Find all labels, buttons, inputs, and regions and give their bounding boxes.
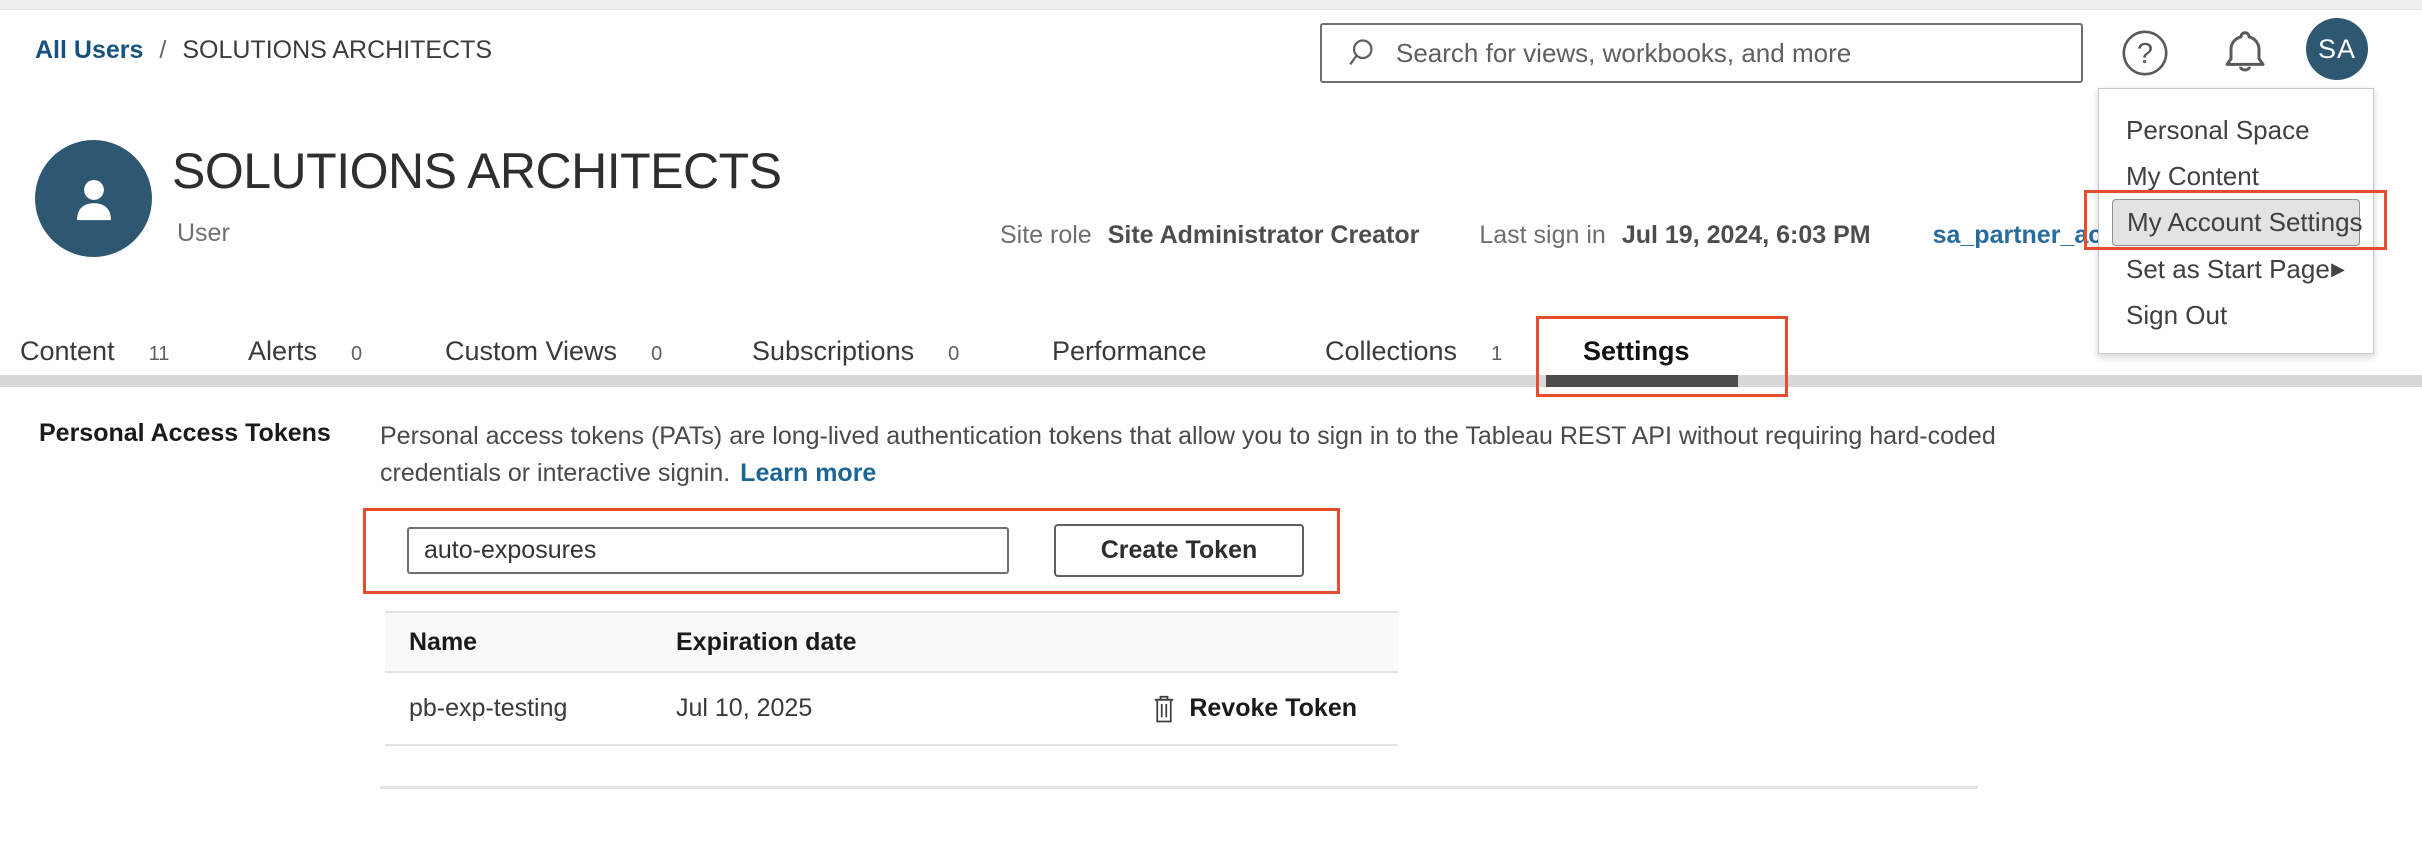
tableau-user-settings-page: All Users / SOLUTIONS ARCHITECTS ? SA SO…: [0, 0, 2422, 850]
tabs-divider-bar: [0, 375, 2422, 387]
trash-icon: [1151, 694, 1177, 724]
help-icon[interactable]: ?: [2121, 29, 2169, 77]
create-token-button[interactable]: Create Token: [1054, 524, 1304, 577]
column-header-expiration: Expiration date: [676, 628, 1398, 657]
pat-description: Personal access tokens (PATs) are long-l…: [380, 418, 2005, 492]
window-top-edge: [0, 0, 2422, 10]
breadcrumb: All Users / SOLUTIONS ARCHITECTS: [35, 36, 492, 65]
last-sign-in-value: Jul 19, 2024, 6:03 PM: [1622, 221, 1871, 250]
account-menu: Personal Space My Content My Account Set…: [2098, 88, 2374, 354]
token-table: Name Expiration date pb-exp-testing Jul …: [385, 611, 1398, 746]
tab-subscriptions[interactable]: Subscriptions0: [752, 336, 959, 367]
page-title: SOLUTIONS ARCHITECTS: [172, 142, 782, 200]
notifications-bell-icon[interactable]: [2219, 26, 2271, 82]
submenu-arrow-icon: ▶: [2331, 246, 2345, 292]
section-divider: [380, 786, 1978, 789]
token-name-input[interactable]: [407, 527, 1009, 574]
personal-access-tokens-label: Personal Access Tokens: [39, 419, 331, 448]
tab-alerts-count: 0: [351, 343, 362, 365]
column-header-name: Name: [385, 628, 676, 657]
revoke-token-button[interactable]: Revoke Token: [1151, 694, 1357, 724]
menu-item-personal-space[interactable]: Personal Space: [2099, 107, 2373, 153]
search-input[interactable]: [1396, 38, 2071, 69]
menu-item-set-as-start-page[interactable]: Set as Start Page ▶: [2099, 246, 2373, 292]
tab-alerts[interactable]: Alerts0: [248, 336, 362, 367]
site-role-label: Site role: [1000, 221, 1092, 250]
tab-collections-count: 1: [1491, 343, 1502, 365]
learn-more-link[interactable]: Learn more: [740, 459, 876, 487]
revoke-token-label: Revoke Token: [1189, 694, 1357, 723]
site-role-value: Site Administrator Creator: [1108, 221, 1420, 250]
profile-avatar: [35, 140, 152, 257]
global-search[interactable]: [1320, 23, 2083, 83]
avatar-initials: SA: [2318, 34, 2356, 65]
user-type-label: User: [177, 219, 230, 248]
profile-meta: Site role Site Administrator Creator Las…: [1000, 221, 2147, 250]
tab-settings[interactable]: Settings: [1583, 336, 1690, 367]
menu-item-my-content[interactable]: My Content: [2099, 153, 2373, 199]
tab-collections[interactable]: Collections1: [1325, 336, 1502, 367]
settings-tab-active-underline: [1546, 375, 1738, 387]
token-expiration-cell: Jul 10, 2025: [676, 694, 1151, 723]
token-table-header: Name Expiration date: [385, 611, 1398, 673]
breadcrumb-separator: /: [159, 36, 166, 65]
person-icon: [65, 170, 123, 228]
tab-performance[interactable]: Performance: [1052, 336, 1207, 367]
breadcrumb-all-users-link[interactable]: All Users: [35, 36, 143, 65]
table-row: pb-exp-testing Jul 10, 2025 Revoke Token: [385, 673, 1398, 746]
last-sign-in-label: Last sign in: [1479, 221, 1605, 250]
token-name-cell: pb-exp-testing: [385, 694, 676, 723]
current-user-avatar[interactable]: SA: [2306, 18, 2368, 80]
tab-content[interactable]: Content11: [20, 336, 169, 367]
tab-subscriptions-count: 0: [948, 343, 959, 365]
tab-custom-views-count: 0: [651, 343, 662, 365]
menu-item-sign-out[interactable]: Sign Out: [2099, 292, 2373, 338]
breadcrumb-current-user: SOLUTIONS ARCHITECTS: [182, 36, 492, 65]
search-icon: [1344, 35, 1380, 71]
tab-custom-views[interactable]: Custom Views0: [445, 336, 662, 367]
menu-item-my-account-settings[interactable]: My Account Settings: [2112, 199, 2360, 246]
svg-text:?: ?: [2137, 38, 2153, 70]
tab-content-count: 11: [149, 343, 170, 365]
